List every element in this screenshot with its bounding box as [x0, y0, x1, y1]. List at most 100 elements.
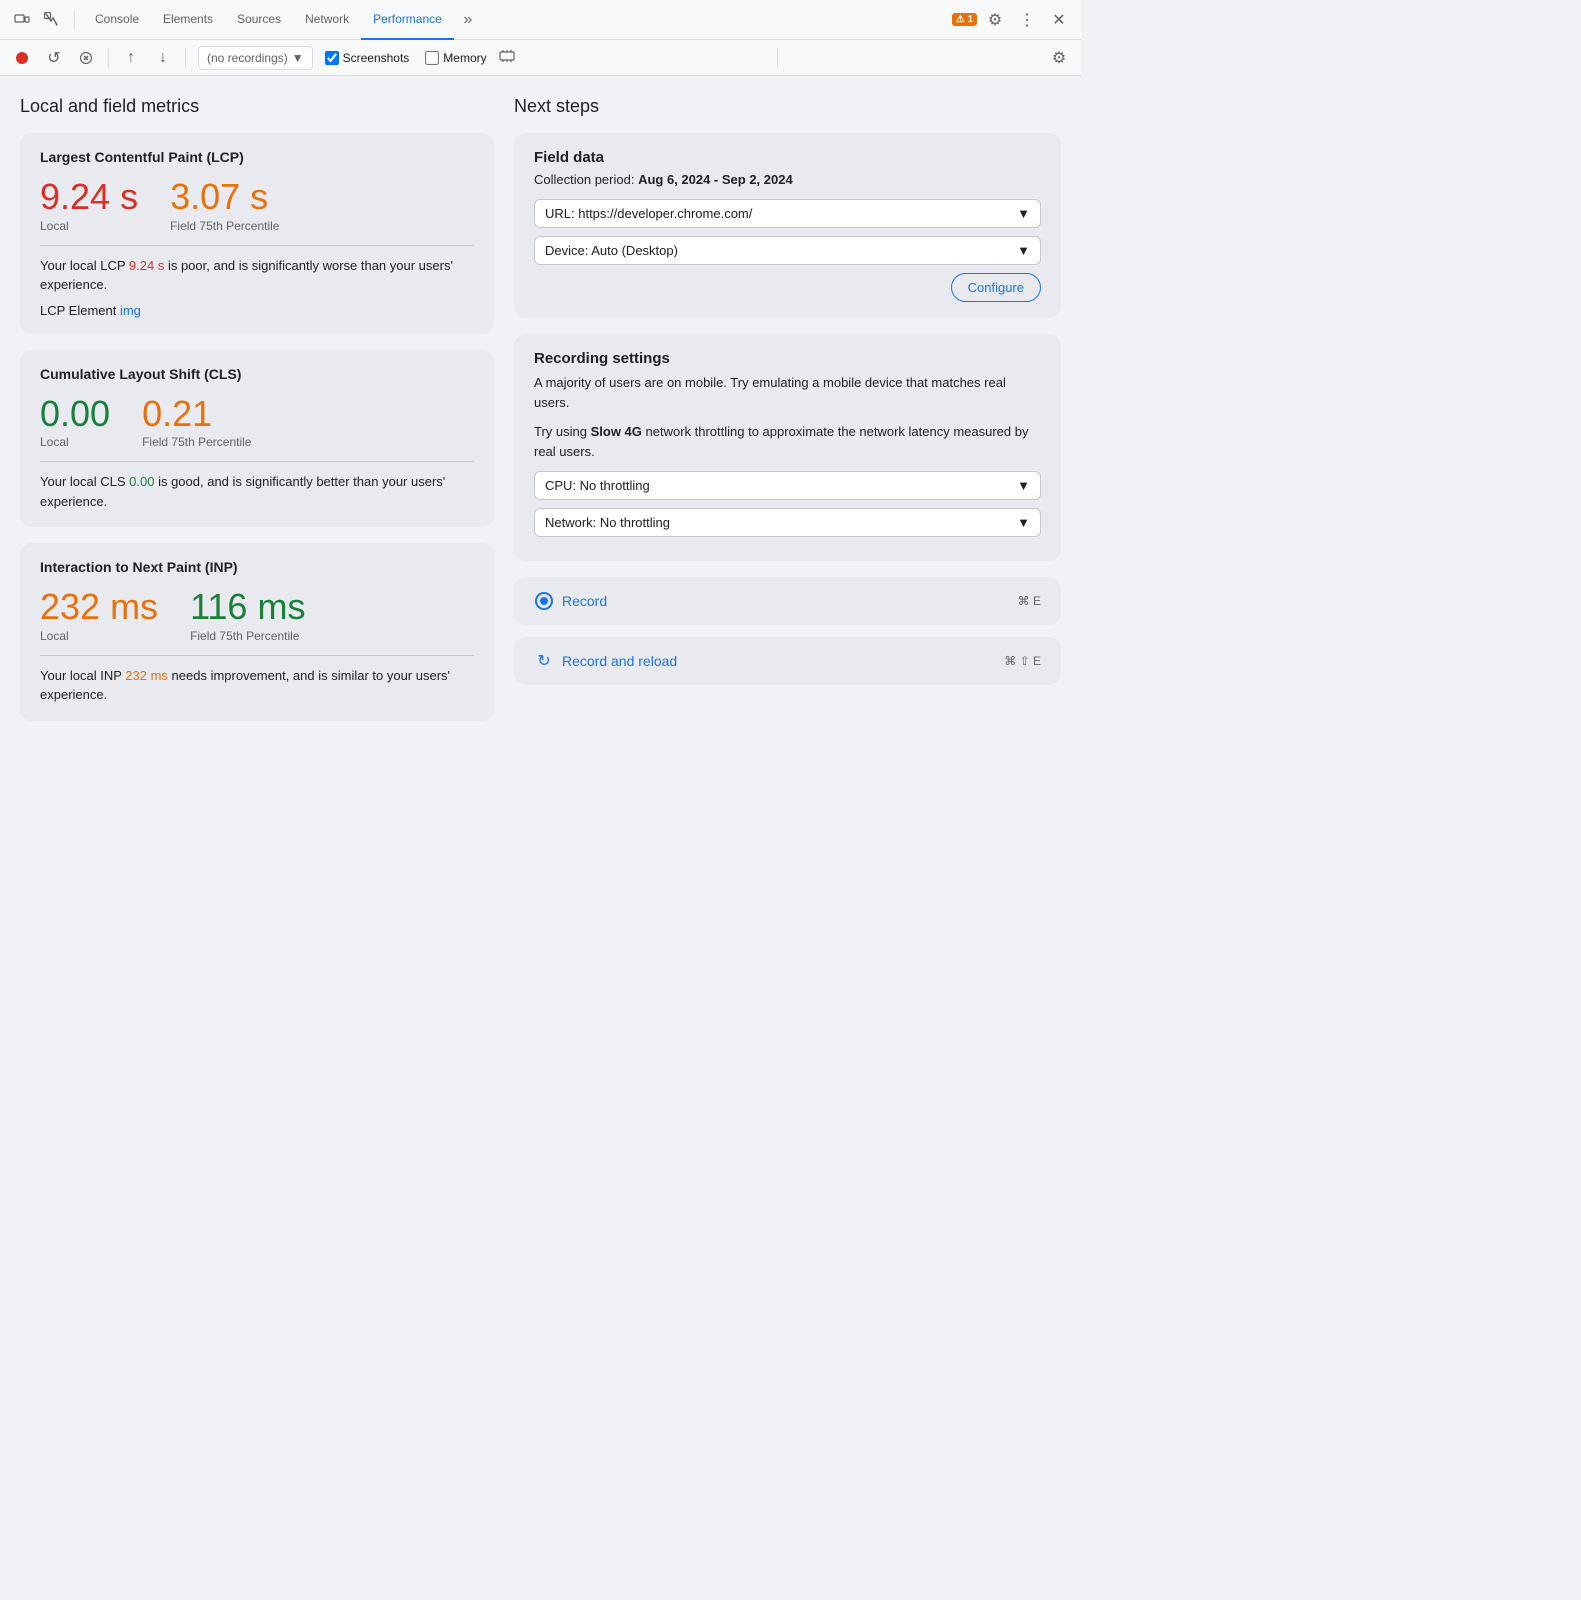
- divider1: [74, 10, 75, 30]
- field-data-title: Field data: [534, 149, 1041, 166]
- inspect-icon[interactable]: [38, 6, 66, 34]
- left-panel: Local and field metrics Largest Contentf…: [20, 96, 510, 1580]
- configure-button[interactable]: Configure: [951, 273, 1041, 302]
- tab-elements[interactable]: Elements: [151, 0, 225, 40]
- more-tabs-icon[interactable]: »: [454, 6, 482, 34]
- inp-desc: Your local INP 232 ms needs improvement,…: [40, 666, 474, 705]
- upload-icon[interactable]: ↑: [117, 44, 145, 72]
- recording-desc-1: A majority of users are on mobile. Try e…: [534, 373, 1041, 412]
- cls-field-group: 0.21 Field 75th Percentile: [142, 394, 251, 450]
- divider3: [185, 48, 186, 68]
- tab-list: Console Elements Sources Network Perform…: [83, 0, 482, 40]
- tab-performance[interactable]: Performance: [361, 0, 454, 40]
- tab-toolbar: Console Elements Sources Network Perform…: [0, 0, 1081, 40]
- cls-local-label: Local: [40, 435, 110, 449]
- recordings-dropdown[interactable]: (no recordings) ▼: [198, 46, 313, 70]
- divider4: [777, 48, 778, 68]
- lcp-local-group: 9.24 s Local: [40, 177, 138, 233]
- right-section-title: Next steps: [514, 96, 1061, 117]
- close-icon[interactable]: ✕: [1045, 6, 1073, 34]
- cpu-dropdown[interactable]: CPU: No throttling ▼: [534, 471, 1041, 500]
- inp-local-value: 232 ms: [40, 587, 158, 627]
- lcp-local-value: 9.24 s: [40, 177, 138, 217]
- record-action-left: Record: [534, 591, 607, 611]
- cls-values: 0.00 Local 0.21 Field 75th Percentile: [40, 394, 474, 450]
- memory-checkbox-group: Memory: [425, 51, 486, 65]
- tab-network[interactable]: Network: [293, 0, 361, 40]
- network-dropdown[interactable]: Network: No throttling ▼: [534, 508, 1041, 537]
- divider2: [108, 48, 109, 68]
- stop-button[interactable]: [72, 44, 100, 72]
- recording-desc-2: Try using Slow 4G network throttling to …: [534, 422, 1041, 461]
- recording-settings-title: Recording settings: [534, 350, 1041, 367]
- cls-local-value: 0.00: [40, 394, 110, 434]
- record-action-label: Record: [562, 593, 607, 609]
- url-dropdown[interactable]: URL: https://developer.chrome.com/ ▼: [534, 199, 1041, 228]
- inp-local-label: Local: [40, 629, 158, 643]
- memory-label[interactable]: Memory: [443, 51, 486, 65]
- recording-toolbar: ↺ ↑ ↓ (no recordings) ▼ Screenshots Memo…: [0, 40, 1081, 76]
- record-reload-shortcut: ⌘ ⇧ E: [1004, 654, 1041, 668]
- lcp-title: Largest Contentful Paint (LCP): [40, 149, 474, 165]
- settings-icon[interactable]: ⚙: [981, 6, 1009, 34]
- device-toolbar-icon[interactable]: [8, 6, 36, 34]
- reload-record-button[interactable]: ↺: [40, 44, 68, 72]
- tab-console[interactable]: Console: [83, 0, 151, 40]
- more-options-icon[interactable]: ⋮: [1013, 6, 1041, 34]
- record-reload-action-card[interactable]: ↻ Record and reload ⌘ ⇧ E: [514, 637, 1061, 685]
- cls-field-value: 0.21: [142, 394, 251, 434]
- lcp-field-value: 3.07 s: [170, 177, 279, 217]
- download-icon[interactable]: ↓: [149, 44, 177, 72]
- reload-icon: ↻: [534, 651, 554, 671]
- left-section-title: Local and field metrics: [20, 96, 494, 117]
- toolbar-right: ⚠ 1 ⚙ ⋮ ✕: [952, 6, 1073, 34]
- device-dropdown[interactable]: Device: Auto (Desktop) ▼: [534, 236, 1041, 265]
- configure-area: Configure: [534, 273, 1041, 302]
- devtools-icons: [8, 6, 66, 34]
- inp-card: Interaction to Next Paint (INP) 232 ms L…: [20, 543, 494, 721]
- lcp-local-label: Local: [40, 219, 138, 233]
- recording-settings-card: Recording settings A majority of users a…: [514, 334, 1061, 561]
- inp-title: Interaction to Next Paint (INP): [40, 559, 474, 575]
- hardware-icon: [499, 48, 515, 67]
- right-panel: Next steps Field data Collection period:…: [510, 96, 1061, 1580]
- cls-field-label: Field 75th Percentile: [142, 435, 251, 449]
- tab-sources[interactable]: Sources: [225, 0, 293, 40]
- main-content: Local and field metrics Largest Contentf…: [0, 76, 1081, 1600]
- lcp-element: LCP Element img: [40, 303, 474, 318]
- inp-field-value: 116 ms: [190, 587, 305, 627]
- lcp-field-group: 3.07 s Field 75th Percentile: [170, 177, 279, 233]
- inp-field-label: Field 75th Percentile: [190, 629, 305, 643]
- record-action-card[interactable]: Record ⌘ E: [514, 577, 1061, 625]
- record-circle-icon: [535, 592, 553, 610]
- inp-divider: [40, 655, 474, 656]
- screenshots-label[interactable]: Screenshots: [343, 51, 410, 65]
- cls-title: Cumulative Layout Shift (CLS): [40, 366, 474, 382]
- record-reload-action-left: ↻ Record and reload: [534, 651, 677, 671]
- cls-local-group: 0.00 Local: [40, 394, 110, 450]
- lcp-values: 9.24 s Local 3.07 s Field 75th Percentil…: [40, 177, 474, 233]
- inp-values: 232 ms Local 116 ms Field 75th Percentil…: [40, 587, 474, 643]
- screenshots-checkbox-group: Screenshots: [325, 51, 410, 65]
- cls-divider: [40, 461, 474, 462]
- lcp-divider: [40, 245, 474, 246]
- cls-desc: Your local CLS 0.00 is good, and is sign…: [40, 472, 474, 511]
- field-data-card: Field data Collection period: Aug 6, 202…: [514, 133, 1061, 318]
- collection-period: Collection period: Aug 6, 2024 - Sep 2, …: [534, 172, 1041, 187]
- lcp-element-link[interactable]: img: [120, 303, 141, 318]
- record-reload-label: Record and reload: [562, 653, 677, 669]
- record-button[interactable]: [8, 44, 36, 72]
- inp-field-group: 116 ms Field 75th Percentile: [190, 587, 305, 643]
- inp-local-group: 232 ms Local: [40, 587, 158, 643]
- record-shortcut: ⌘ E: [1018, 594, 1041, 608]
- capture-settings-icon[interactable]: ⚙: [1045, 44, 1073, 72]
- record-action-icon: [534, 591, 554, 611]
- memory-checkbox[interactable]: [425, 51, 439, 65]
- lcp-card: Largest Contentful Paint (LCP) 9.24 s Lo…: [20, 133, 494, 334]
- record-dot: [540, 597, 548, 605]
- issue-badge[interactable]: ⚠ 1: [952, 13, 977, 26]
- cls-card: Cumulative Layout Shift (CLS) 0.00 Local…: [20, 350, 494, 528]
- lcp-field-label: Field 75th Percentile: [170, 219, 279, 233]
- lcp-desc: Your local LCP 9.24 s is poor, and is si…: [40, 256, 474, 295]
- screenshots-checkbox[interactable]: [325, 51, 339, 65]
